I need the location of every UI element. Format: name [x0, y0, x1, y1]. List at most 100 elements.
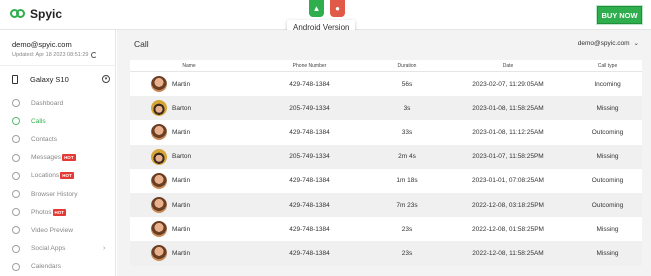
cell-duration: 56s — [401, 80, 413, 88]
buy-now-button[interactable]: BUY NOW — [597, 6, 642, 24]
cell-date: 2022-12-08, 11:58:25AM — [472, 249, 544, 257]
sidebar-item-contacts[interactable]: Contacts — [0, 130, 116, 148]
column-header-call-type[interactable]: Call type — [573, 63, 642, 69]
device-selector[interactable]: Galaxy S10 ▾ — [12, 72, 110, 86]
hot-badge: HOT — [52, 208, 67, 216]
contact-name: Barton — [172, 104, 192, 112]
last-updated: Updated: Apr 18 2023 08:51:29 — [12, 52, 98, 58]
location-icon — [12, 171, 20, 180]
sidebar-item-label: Locations — [31, 172, 60, 180]
hot-badge: HOT — [62, 154, 76, 162]
cell-phone: 205-749-1334 — [289, 104, 330, 112]
chevron-right-icon: › — [103, 245, 106, 253]
sidebar-item-calls[interactable]: Calls — [0, 112, 116, 130]
contact-name: Martin — [172, 128, 191, 136]
cell-phone: 205-749-1334 — [289, 153, 330, 161]
cell-call-type: Missing — [596, 104, 619, 112]
cell-duration: 3s — [403, 104, 411, 112]
table-body: Martin 429-748-1384 56s 2023-02-07, 11:29:0… — [130, 72, 642, 266]
table-row[interactable]: Martin 429-748-1384 33s 2023-01-08, 11:12:2… — [130, 120, 642, 145]
account-email: demo@spyic.com — [12, 40, 72, 49]
cell-name: Barton — [130, 148, 248, 165]
android-icon: ▲ — [312, 4, 321, 13]
cell-date: 2023-01-08, 11:58:25AM — [472, 104, 544, 112]
sidebar-item-photos[interactable]: Photos HOT — [0, 203, 116, 221]
updated-text: Updated: Apr 18 2023 08:51:29 — [12, 52, 89, 58]
account-dropdown[interactable]: demo@spyic.com ⌄ — [577, 39, 639, 48]
column-header-date[interactable]: Date — [443, 63, 573, 69]
calendar-icon — [12, 262, 20, 271]
cell-phone: 429-748-1384 — [289, 177, 330, 185]
cell-call-type: Outcoming — [591, 177, 624, 185]
sidebar-item-social-apps[interactable]: Social Apps › — [0, 240, 116, 258]
spyic-logo-icon — [10, 8, 26, 20]
sidebar-item-dashboard[interactable]: Dashboard — [0, 94, 116, 112]
apple-icon: ● — [335, 4, 340, 13]
table-row[interactable]: Barton 205-749-1334 2m 4s 2023-01-07, 11:58… — [130, 144, 642, 169]
smartphone-icon — [12, 74, 18, 84]
hot-badge: HOT — [60, 172, 74, 180]
cell-phone: 429-748-1384 — [289, 225, 330, 233]
video-icon — [12, 226, 20, 235]
avatar — [151, 245, 167, 262]
cell-date: 2022-12-08, 03:18:25PM — [472, 201, 544, 209]
sidebar-item-browser-history[interactable]: Browser History — [0, 185, 116, 203]
photo-icon — [12, 208, 20, 217]
avatar — [151, 221, 167, 238]
logo-text: Spyic — [30, 7, 63, 21]
avatar — [151, 100, 167, 117]
cell-date: 2023-01-01, 07:08:25AM — [472, 177, 544, 185]
globe-icon — [12, 190, 20, 199]
sidebar-item-label: Calendars — [31, 263, 62, 271]
cell-phone: 429-748-1384 — [289, 201, 330, 209]
table-row[interactable]: Martin 429-748-1384 7m 23s 2022-12-08, 03:1… — [130, 192, 642, 218]
column-header-name[interactable]: Name — [130, 63, 248, 69]
sidebar-item-locations[interactable]: Locations HOT — [0, 167, 116, 185]
sidebar-item-video-preview[interactable]: Video Preview — [0, 221, 116, 239]
cell-name: Martin — [130, 76, 248, 93]
sidebar-item-label: Contacts — [31, 135, 58, 143]
sidebar-item-label: Messages — [31, 154, 62, 162]
avatar — [151, 197, 167, 214]
cell-name: Martin — [130, 197, 248, 214]
cell-name: Martin — [130, 172, 248, 189]
android-version-button[interactable]: ▲ — [309, 0, 324, 17]
chevron-down-icon[interactable]: ▾ — [102, 75, 110, 83]
cell-duration: 7m 23s — [396, 201, 418, 209]
table-row[interactable]: Martin 429-748-1384 23s 2022-12-08, 01:58:2… — [130, 217, 642, 242]
sidebar-item-label: Dashboard — [31, 99, 64, 107]
cell-duration: 1m 18s — [396, 177, 418, 185]
column-header-duration[interactable]: Duration — [371, 63, 443, 69]
logo[interactable]: Spyic — [10, 7, 62, 21]
device-name: Galaxy S10 — [30, 74, 69, 84]
cell-name: Martin — [130, 221, 248, 238]
sidebar-item-label: Photos — [31, 208, 52, 216]
cell-date: 2023-01-08, 11:12:25AM — [472, 128, 544, 136]
sidebar-item-calendars[interactable]: Calendars — [0, 258, 116, 276]
column-header-phone[interactable]: Phone Number — [248, 63, 371, 69]
table-header: Name Phone Number Duration Date Call typ… — [130, 60, 642, 72]
cell-duration: 23s — [401, 225, 413, 233]
account-dropdown-label: demo@spyic.com — [577, 39, 630, 47]
contact-name: Martin — [172, 177, 191, 185]
message-icon — [12, 153, 20, 162]
sidebar-item-label: Browser History — [31, 190, 78, 198]
cell-name: Barton — [130, 100, 248, 117]
avatar — [151, 76, 167, 93]
table-row[interactable]: Martin 429-748-1384 56s 2023-02-07, 11:29:0… — [130, 72, 642, 97]
contact-name: Barton — [172, 153, 192, 161]
cell-name: Martin — [130, 124, 248, 141]
cell-call-type: Missing — [596, 153, 619, 161]
sidebar-item-label: Social Apps — [31, 245, 66, 253]
cell-call-type: Outcoming — [591, 128, 624, 136]
table-row[interactable]: Martin 429-748-1384 23s 2022-12-08, 11:58:2… — [130, 241, 642, 266]
sidebar-item-messages[interactable]: Messages HOT — [0, 149, 116, 167]
contacts-icon — [12, 135, 20, 144]
table-row[interactable]: Barton 205-749-1334 3s 2023-01-08, 11:58:25… — [130, 96, 642, 121]
dashboard-icon — [12, 99, 20, 108]
avatar — [151, 172, 167, 189]
refresh-icon[interactable] — [91, 52, 98, 58]
ios-version-button[interactable]: ● — [330, 0, 345, 17]
avatar — [151, 148, 167, 165]
table-row[interactable]: Martin 429-748-1384 1m 18s 2023-01-01, 07:0… — [130, 168, 642, 193]
